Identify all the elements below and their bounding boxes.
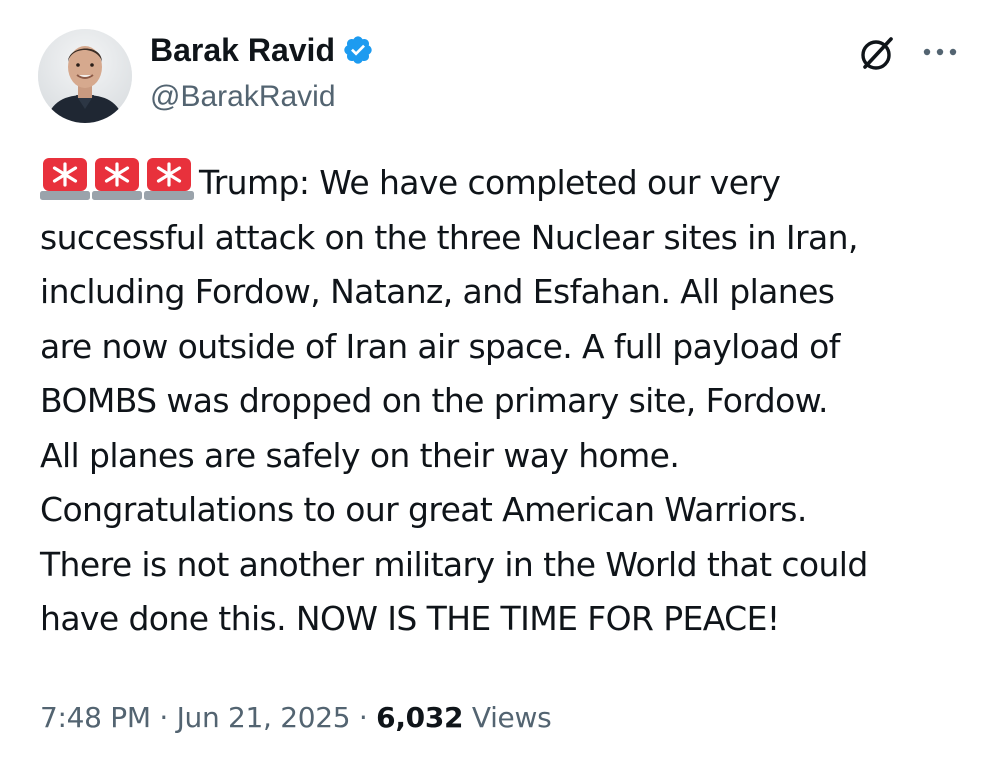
more-options-icon[interactable]	[919, 40, 961, 64]
tweet-date[interactable]: Jun 21, 2025	[177, 701, 351, 734]
tweet-meta: 7:48 PM · Jun 21, 2025 · 6,032 Views	[40, 698, 552, 738]
profile-photo-icon	[38, 29, 132, 123]
tweet-line: Trump: We have completed our very	[40, 156, 970, 211]
author-display-name[interactable]: Barak Ravid	[150, 30, 335, 70]
tweet-line: successful attack on the three Nuclear s…	[40, 217, 858, 257]
tweet-line: including Fordow, Natanz, and Esfahan. A…	[40, 272, 835, 311]
author-name-row[interactable]: Barak Ravid	[150, 30, 374, 70]
tweet-text: Trump: We have completed our very succes…	[40, 156, 970, 647]
tweet-line: Congratulations to our great American Wa…	[40, 490, 807, 529]
tweet-time[interactable]: 7:48 PM	[40, 701, 151, 734]
tweet-line: are now outside of Iran air space. A ful…	[40, 326, 840, 366]
grok-icon[interactable]	[856, 33, 898, 75]
siren-emoji-icon	[40, 156, 90, 202]
views-label[interactable]: Views	[472, 701, 552, 734]
verified-badge-icon	[342, 34, 374, 66]
avatar[interactable]	[38, 29, 132, 123]
tweet-line: All planes are safely on their way home.	[40, 435, 680, 475]
siren-emoji-icon	[144, 156, 194, 202]
tweet-line: have done this. NOW IS THE TIME FOR PEAC…	[40, 599, 780, 638]
tweet-line-text: Trump: We have completed our very	[199, 163, 781, 202]
siren-emoji-group	[40, 156, 196, 219]
author-handle[interactable]: @BarakRavid	[150, 78, 336, 116]
siren-emoji-icon	[92, 156, 142, 202]
views-count[interactable]: 6,032	[376, 701, 463, 734]
meta-separator: ·	[358, 701, 368, 734]
tweet-line: BOMBS was dropped on the primary site, F…	[40, 381, 829, 420]
meta-separator: ·	[159, 701, 168, 734]
tweet-line: There is not another military in the Wor…	[40, 544, 868, 584]
